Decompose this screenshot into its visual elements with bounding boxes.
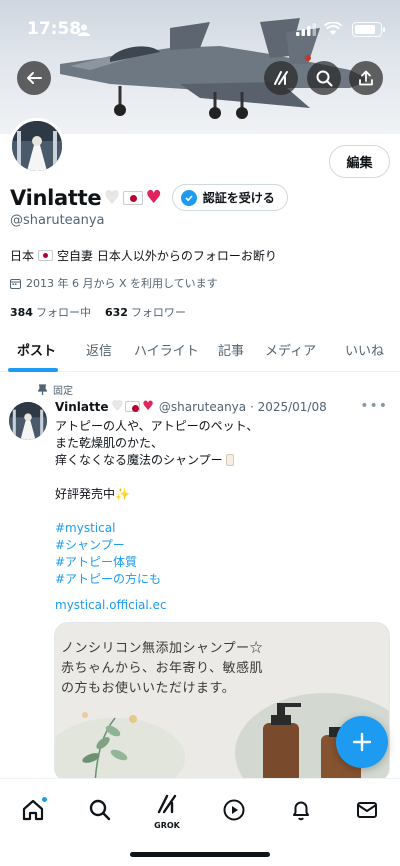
active-tab-indicator bbox=[8, 368, 58, 372]
hashtag-link[interactable]: #アトピーの方にも bbox=[55, 571, 258, 588]
pin-icon bbox=[38, 384, 47, 395]
calendar-icon bbox=[10, 278, 21, 289]
get-verified-button[interactable]: 認証を受ける bbox=[171, 184, 288, 211]
bio-text-part1: 日本 bbox=[10, 249, 35, 263]
profile-tabs: ポスト 返信 ハイライト 記事 メディア いいね bbox=[0, 330, 400, 372]
pinned-label: 固定 bbox=[38, 382, 73, 397]
white-heart-icon: ♥ bbox=[104, 187, 120, 208]
search-button[interactable] bbox=[307, 61, 341, 95]
post-meta: @sharuteanya · 2025/01/08 bbox=[158, 399, 327, 414]
tab-posts[interactable]: ポスト bbox=[17, 340, 56, 359]
notification-dot bbox=[41, 796, 48, 803]
nav-home[interactable] bbox=[16, 793, 50, 827]
followers-link[interactable]: 632 フォロワー bbox=[105, 304, 186, 320]
profile-avatar[interactable] bbox=[9, 118, 65, 174]
red-heart-icon: ♥ bbox=[145, 187, 162, 208]
profile-bio: 日本 空自妻 日本人以外からのフォローお断り bbox=[10, 247, 277, 264]
search-icon bbox=[316, 70, 332, 86]
post-line-text: 好評発売中 bbox=[55, 487, 116, 501]
post-image[interactable]: ノンシリコン無添加シャンプー☆ 赤ちゃんから、お年寄り、敏感肌 の方もお使いいた… bbox=[54, 622, 390, 782]
hashtag-link[interactable]: #アトピー体質 bbox=[55, 554, 258, 571]
image-caption-line: ノンシリコン無添加シャンプー☆ bbox=[61, 641, 264, 656]
share-icon bbox=[359, 70, 373, 86]
white-heart-icon: ♥ bbox=[111, 399, 124, 414]
mail-icon bbox=[357, 802, 377, 818]
tab-replies[interactable]: 返信 bbox=[86, 340, 112, 359]
following-count: 384 bbox=[10, 306, 33, 319]
tab-highlights[interactable]: ハイライト bbox=[134, 340, 199, 359]
post-line bbox=[55, 469, 258, 486]
hashtag-link[interactable]: #mystical bbox=[55, 520, 258, 537]
profile-name: Vinlatte bbox=[10, 185, 102, 210]
nav-notifications[interactable] bbox=[284, 793, 318, 827]
profile-handle: @sharuteanya bbox=[10, 213, 105, 228]
post-author[interactable]: Vinlatte bbox=[55, 400, 109, 414]
post-avatar[interactable] bbox=[9, 402, 47, 440]
post-url-link[interactable]: mystical.official.ec bbox=[55, 598, 167, 612]
bell-icon bbox=[293, 801, 309, 821]
pinned-text: 固定 bbox=[53, 386, 73, 397]
get-verified-label: 認証を受ける bbox=[202, 191, 275, 205]
verified-badge-icon bbox=[180, 189, 197, 206]
post-body: アトピーの人や、アトピーのペット、 また乾燥肌のかた、 痒くなくなる魔法のシャン… bbox=[55, 418, 258, 588]
post-header: Vinlatte ♥ ♥ @sharuteanya · 2025/01/08 bbox=[55, 399, 327, 414]
tab-media[interactable]: メディア bbox=[265, 340, 316, 359]
red-heart-icon: ♥ bbox=[142, 399, 154, 414]
post-line: アトピーの人や、アトピーのペット、 bbox=[55, 419, 259, 433]
tab-likes[interactable]: いいね bbox=[345, 340, 384, 359]
compose-post-button[interactable] bbox=[336, 716, 388, 768]
profile-name-row: Vinlatte ♥ ♥ 認証を受ける bbox=[10, 184, 288, 211]
arrow-left-icon bbox=[27, 72, 42, 84]
japan-flag-icon bbox=[125, 401, 141, 412]
post-line: 好評発売中✨ bbox=[55, 486, 258, 503]
back-button[interactable] bbox=[17, 61, 51, 95]
avatar-image bbox=[9, 402, 47, 440]
grok-button[interactable] bbox=[264, 61, 298, 95]
joined-text: 2013 年 6 月から X を利用しています bbox=[26, 277, 218, 290]
wifi-icon bbox=[324, 22, 342, 35]
hashtag-link[interactable]: #シャンプー bbox=[55, 537, 258, 554]
sparkles-icon: ✨ bbox=[115, 487, 130, 501]
bio-text-part2: 空自妻 日本人以外からのフォローお断り bbox=[57, 249, 277, 263]
japan-flag-icon bbox=[122, 190, 143, 205]
post-line bbox=[55, 503, 258, 520]
japan-flag-icon bbox=[38, 250, 54, 261]
following-link[interactable]: 384 フォロー中 bbox=[10, 304, 91, 320]
search-icon bbox=[89, 799, 111, 821]
share-button[interactable] bbox=[349, 61, 383, 95]
nav-messages[interactable] bbox=[350, 793, 384, 827]
battery-icon bbox=[352, 22, 385, 37]
status-bar: 17:58 bbox=[0, 0, 400, 50]
lotion-bottle-icon bbox=[226, 454, 235, 466]
play-circle-icon bbox=[223, 799, 245, 821]
post-line: 痒くなくなる魔法のシャンプー bbox=[55, 452, 258, 469]
nav-grok[interactable] bbox=[150, 787, 184, 821]
edit-profile-button[interactable]: 編集 bbox=[329, 145, 390, 178]
signal-icon bbox=[296, 23, 316, 36]
follow-stats: 384 フォロー中 632 フォロワー bbox=[10, 304, 186, 320]
tab-articles[interactable]: 記事 bbox=[218, 340, 244, 359]
grok-icon bbox=[274, 71, 288, 85]
image-caption-line: 赤ちゃんから、お年寄り、敏感肌 bbox=[61, 661, 263, 676]
more-options-icon[interactable]: ••• bbox=[360, 398, 388, 414]
followers-label: フォロワー bbox=[130, 306, 186, 319]
image-caption-line: の方もお使いいただけます。 bbox=[61, 681, 236, 696]
avatar-image bbox=[12, 121, 62, 171]
plus-icon bbox=[352, 732, 372, 752]
person-icon bbox=[78, 24, 90, 36]
nav-search[interactable] bbox=[83, 793, 117, 827]
home-indicator bbox=[130, 852, 270, 857]
grok-label: GROK bbox=[154, 821, 180, 830]
grok-icon bbox=[157, 794, 177, 814]
joined-date: 2013 年 6 月から X を利用しています bbox=[10, 275, 218, 291]
following-label: フォロー中 bbox=[35, 306, 91, 319]
post-line: また乾燥肌のかた、 bbox=[55, 436, 164, 450]
nav-video[interactable] bbox=[217, 793, 251, 827]
followers-count: 632 bbox=[104, 306, 128, 319]
post-line-text: 痒くなくなる魔法のシャンプー bbox=[55, 453, 223, 467]
status-time: 17:58 bbox=[27, 19, 82, 39]
